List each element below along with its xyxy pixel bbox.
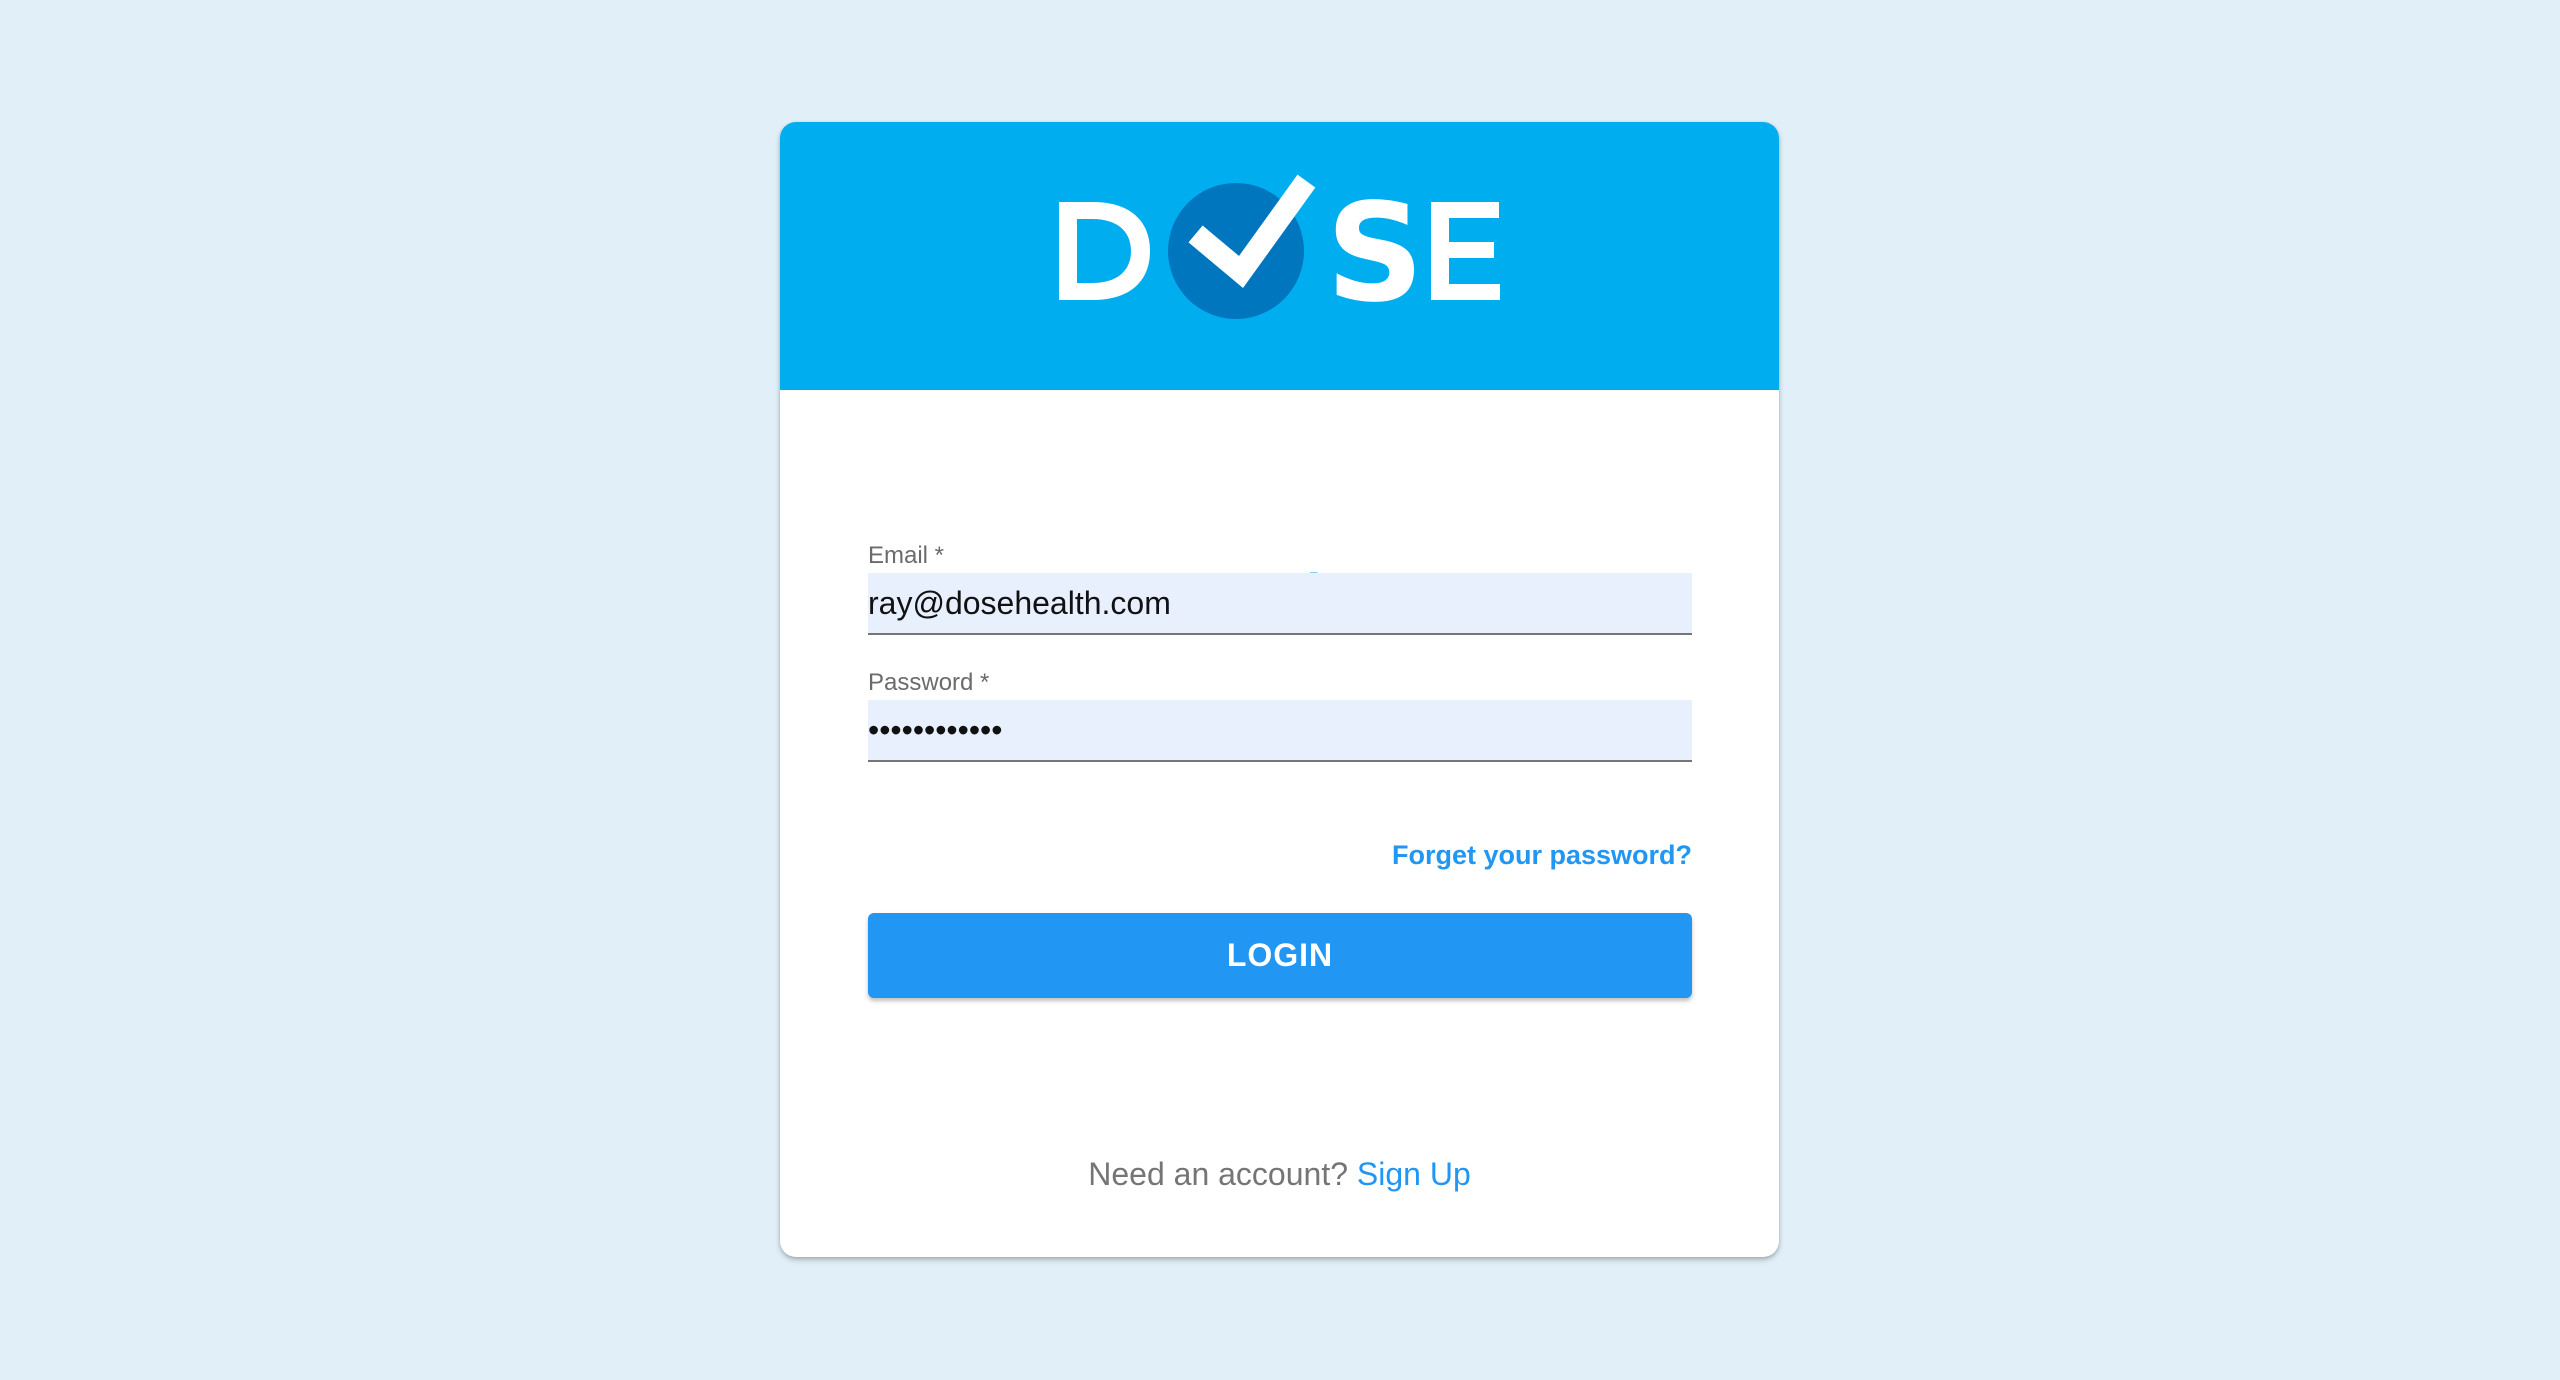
password-label: Password * <box>868 669 990 696</box>
forgot-password-link[interactable]: Forget your password? <box>1392 838 1692 872</box>
signup-link[interactable]: Sign Up <box>1357 1156 1471 1192</box>
card-header: S <box>780 122 1779 390</box>
login-button[interactable]: LOGIN <box>868 913 1692 998</box>
signup-prompt: Need an account? <box>1088 1156 1357 1192</box>
signup-row: Need an account? Sign Up <box>780 1154 1779 1194</box>
email-field-container <box>868 573 1692 635</box>
email-field[interactable] <box>868 573 1692 633</box>
email-label: Email * <box>868 542 945 569</box>
dose-logo: S <box>1059 174 1500 333</box>
password-field-container <box>868 700 1692 762</box>
svg-text:S: S <box>1326 175 1424 333</box>
password-field[interactable] <box>868 700 1692 760</box>
login-card: S Login Email * Password * Forget your p… <box>780 122 1779 1257</box>
